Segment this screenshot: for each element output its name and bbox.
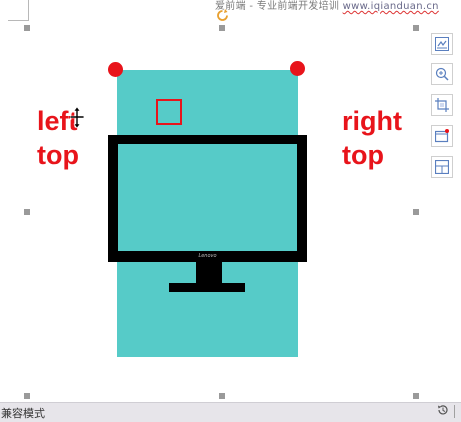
resize-handle-left[interactable] (24, 209, 30, 215)
resize-handle-bottom-left[interactable] (24, 393, 30, 399)
history-icon[interactable] (437, 404, 449, 416)
resize-handle-bottom[interactable] (219, 393, 225, 399)
right-top-line1: right (342, 106, 402, 136)
rotate-handle-icon[interactable] (216, 9, 229, 22)
resize-handle-right[interactable] (413, 209, 419, 215)
crop-button[interactable] (431, 94, 453, 116)
picture-frame-button[interactable] (431, 125, 453, 147)
monitor-display (118, 144, 297, 251)
monitor-brand-logo: Lenovo (198, 253, 217, 259)
header-text: 爱前端 - 专业前端开发培训 (215, 1, 343, 12)
right-top-line2: top (342, 140, 384, 170)
header-watermark: 爱前端 - 专业前端开发培训 www.iqianduan.cn (215, 0, 439, 12)
resize-handle-bottom-right[interactable] (413, 393, 419, 399)
resize-handle-top-right[interactable] (413, 25, 419, 31)
left-top-line2: top (37, 140, 79, 170)
resize-handle-top[interactable] (219, 25, 225, 31)
left-top-dot (108, 62, 123, 77)
monitor-neck (196, 262, 222, 284)
status-bar: 兼容模式 (0, 402, 461, 422)
compatibility-mode-label: 兼容模式 (1, 407, 45, 420)
red-square-outline (156, 99, 182, 125)
resize-handle-top-left[interactable] (24, 25, 30, 31)
move-cursor-icon (70, 107, 84, 129)
layout-options-button[interactable] (431, 33, 453, 55)
crop-icon (435, 98, 449, 112)
right-top-dot (290, 61, 305, 76)
split-layout-icon (435, 160, 449, 174)
status-separator (454, 405, 455, 418)
picture-frame-icon (435, 129, 449, 143)
monitor-base (169, 283, 245, 292)
zoom-icon (435, 67, 449, 81)
page-corner-mark (8, 0, 29, 21)
zoom-button[interactable] (431, 63, 453, 85)
right-top-label: right top (342, 104, 402, 172)
layout-options-icon (435, 37, 449, 51)
split-layout-button[interactable] (431, 156, 453, 178)
header-link[interactable]: www.iqianduan.cn (343, 1, 439, 12)
monitor-screen: Lenovo (108, 135, 307, 262)
